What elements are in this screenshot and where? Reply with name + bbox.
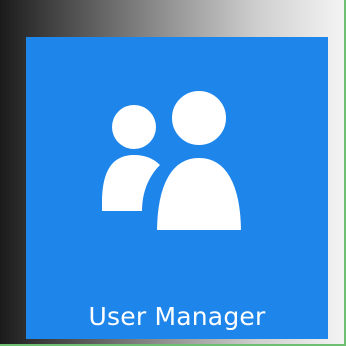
users-icon bbox=[102, 85, 248, 235]
user-manager-tile[interactable]: User Manager bbox=[26, 37, 328, 339]
tile-frame: User Manager bbox=[0, 0, 346, 346]
tile-label: User Manager bbox=[88, 302, 266, 331]
